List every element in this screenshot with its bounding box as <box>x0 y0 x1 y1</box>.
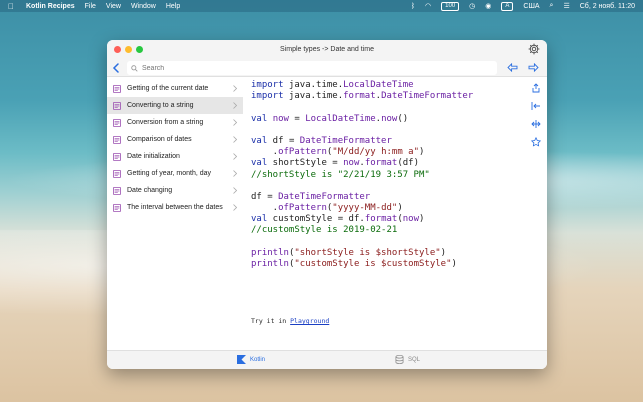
spotlight-icon[interactable]: ⌕ <box>550 2 554 10</box>
list-item[interactable]: The interval between the dates <box>107 199 243 216</box>
code-line: val shortStyle = now.format(df) <box>251 158 420 169</box>
toolbar <box>107 59 547 77</box>
code-line: import java.time.LocalDateTime <box>251 80 414 90</box>
tab-kotlin-label: Kotlin <box>250 356 266 363</box>
tab-kotlin[interactable]: Kotlin <box>237 355 265 364</box>
expand-icon[interactable] <box>531 119 541 129</box>
code-line: val now = LocalDateTime.now() <box>251 113 409 124</box>
wifi-icon[interactable]: ◠ <box>425 2 431 10</box>
window-title: Simple types -> Date and time <box>280 46 374 53</box>
recipe-icon <box>113 186 121 195</box>
code-line: .ofPattern("yyyy-MM-dd") <box>251 203 403 214</box>
zoom-button[interactable] <box>136 46 143 53</box>
list-item-label: Date changing <box>127 187 173 194</box>
apple-icon[interactable]:  <box>8 2 14 11</box>
recipe-icon <box>113 152 121 161</box>
recipe-icon <box>113 101 121 110</box>
tab-sql[interactable]: SQL <box>395 355 420 364</box>
battery-icon[interactable]: 100 <box>441 1 460 11</box>
chevron-right-icon <box>233 102 237 109</box>
recipe-icon <box>113 135 121 144</box>
close-button[interactable] <box>114 46 121 53</box>
code-line: val df = DateTimeFormatter <box>251 135 392 146</box>
menu-app-name[interactable]: Kotlin Recipes <box>26 3 75 10</box>
menu-window[interactable]: Window <box>131 3 156 10</box>
gear-icon[interactable] <box>528 43 540 55</box>
chevron-right-icon <box>233 170 237 177</box>
control-center-icon[interactable]: ☰ <box>563 2 569 10</box>
recipe-icon <box>113 118 121 127</box>
list-item-label: Date initialization <box>127 153 180 160</box>
search-icon <box>131 64 138 72</box>
list-item-label: The interval between the dates <box>127 204 223 211</box>
collapse-icon[interactable] <box>531 101 541 111</box>
try-it-prefix: Try it in <box>251 317 291 325</box>
code-line: .ofPattern("M/dd/yy h:mm a") <box>251 147 425 158</box>
menu-bar:  Kotlin Recipes File View Window Help ᛒ… <box>0 0 643 12</box>
menu-datetime[interactable]: Сб, 2 нояб. 11:20 <box>580 3 635 10</box>
database-icon <box>395 355 404 364</box>
code-line: println("shortStyle is $shortStyle") <box>251 247 447 258</box>
chevron-right-icon <box>233 85 237 92</box>
code-line: //customStyle is 2019-02-21 <box>251 225 398 236</box>
code-line: //shortStyle is "2/21/19 3:57 PM" <box>251 169 430 180</box>
share-icon[interactable] <box>531 83 541 93</box>
code-line: import java.time.format.DateTimeFormatte… <box>251 91 474 102</box>
input-region[interactable]: США <box>523 3 539 10</box>
list-item-label: Getting of year, month, day <box>127 170 212 177</box>
code-line: println("customStyle is $customStyle") <box>251 259 457 269</box>
title-bar: Simple types -> Date and time <box>107 40 547 59</box>
code-line: df = DateTimeFormatter <box>251 191 371 202</box>
side-actions <box>531 83 541 155</box>
list-item[interactable]: Converting to a string <box>107 97 243 114</box>
chevron-right-icon <box>233 153 237 160</box>
list-item-label: Converting to a string <box>127 102 194 109</box>
list-item[interactable]: Comparison of dates <box>107 131 243 148</box>
minimize-button[interactable] <box>125 46 132 53</box>
code-line: val customStyle = df.format(now) <box>251 214 425 225</box>
input-source-icon[interactable]: A <box>501 1 514 11</box>
menu-help[interactable]: Help <box>166 3 180 10</box>
previous-arrow-icon[interactable] <box>507 63 518 72</box>
star-icon[interactable] <box>531 137 541 147</box>
chevron-right-icon <box>233 204 237 211</box>
content-area: Getting of the current date Converting t… <box>107 77 547 350</box>
search-input[interactable] <box>142 64 442 72</box>
list-item[interactable]: Getting of year, month, day <box>107 165 243 182</box>
bluetooth-icon[interactable]: ᛒ <box>411 3 415 10</box>
kotlin-icon <box>237 355 246 364</box>
recipe-icon <box>113 84 121 93</box>
tab-sql-label: SQL <box>408 356 421 363</box>
recipe-icon <box>113 169 121 178</box>
search-field[interactable] <box>127 61 497 75</box>
try-it-line: Try it in Playground <box>251 317 329 325</box>
code-block: import java.time.LocalDateTime import jav… <box>251 80 521 270</box>
recipe-list: Getting of the current date Converting t… <box>107 77 243 350</box>
chevron-right-icon <box>233 119 237 126</box>
app-window: Simple types -> Date and time Search Get… <box>107 40 547 369</box>
playground-link[interactable]: Playground <box>290 317 329 325</box>
chevron-right-icon <box>233 136 237 143</box>
list-item[interactable]: Date changing <box>107 182 243 199</box>
bottom-tab-bar: Kotlin SQL <box>107 350 547 369</box>
list-item-label: Comparison of dates <box>127 136 192 143</box>
menu-view[interactable]: View <box>106 3 121 10</box>
window-controls <box>114 46 143 53</box>
user-icon[interactable]: ◉ <box>485 2 491 10</box>
list-item[interactable]: Date initialization <box>107 148 243 165</box>
clock-icon[interactable]: ◷ <box>469 2 475 10</box>
list-item[interactable]: Getting of the current date <box>107 80 243 97</box>
chevron-right-icon <box>233 187 237 194</box>
next-arrow-icon[interactable] <box>528 63 539 72</box>
list-item-label: Conversion from a string <box>127 119 204 126</box>
list-item[interactable]: Conversion from a string <box>107 114 243 131</box>
recipe-icon <box>113 203 121 212</box>
list-item-label: Getting of the current date <box>127 85 209 92</box>
menu-file[interactable]: File <box>85 3 96 10</box>
back-icon[interactable] <box>112 63 120 73</box>
